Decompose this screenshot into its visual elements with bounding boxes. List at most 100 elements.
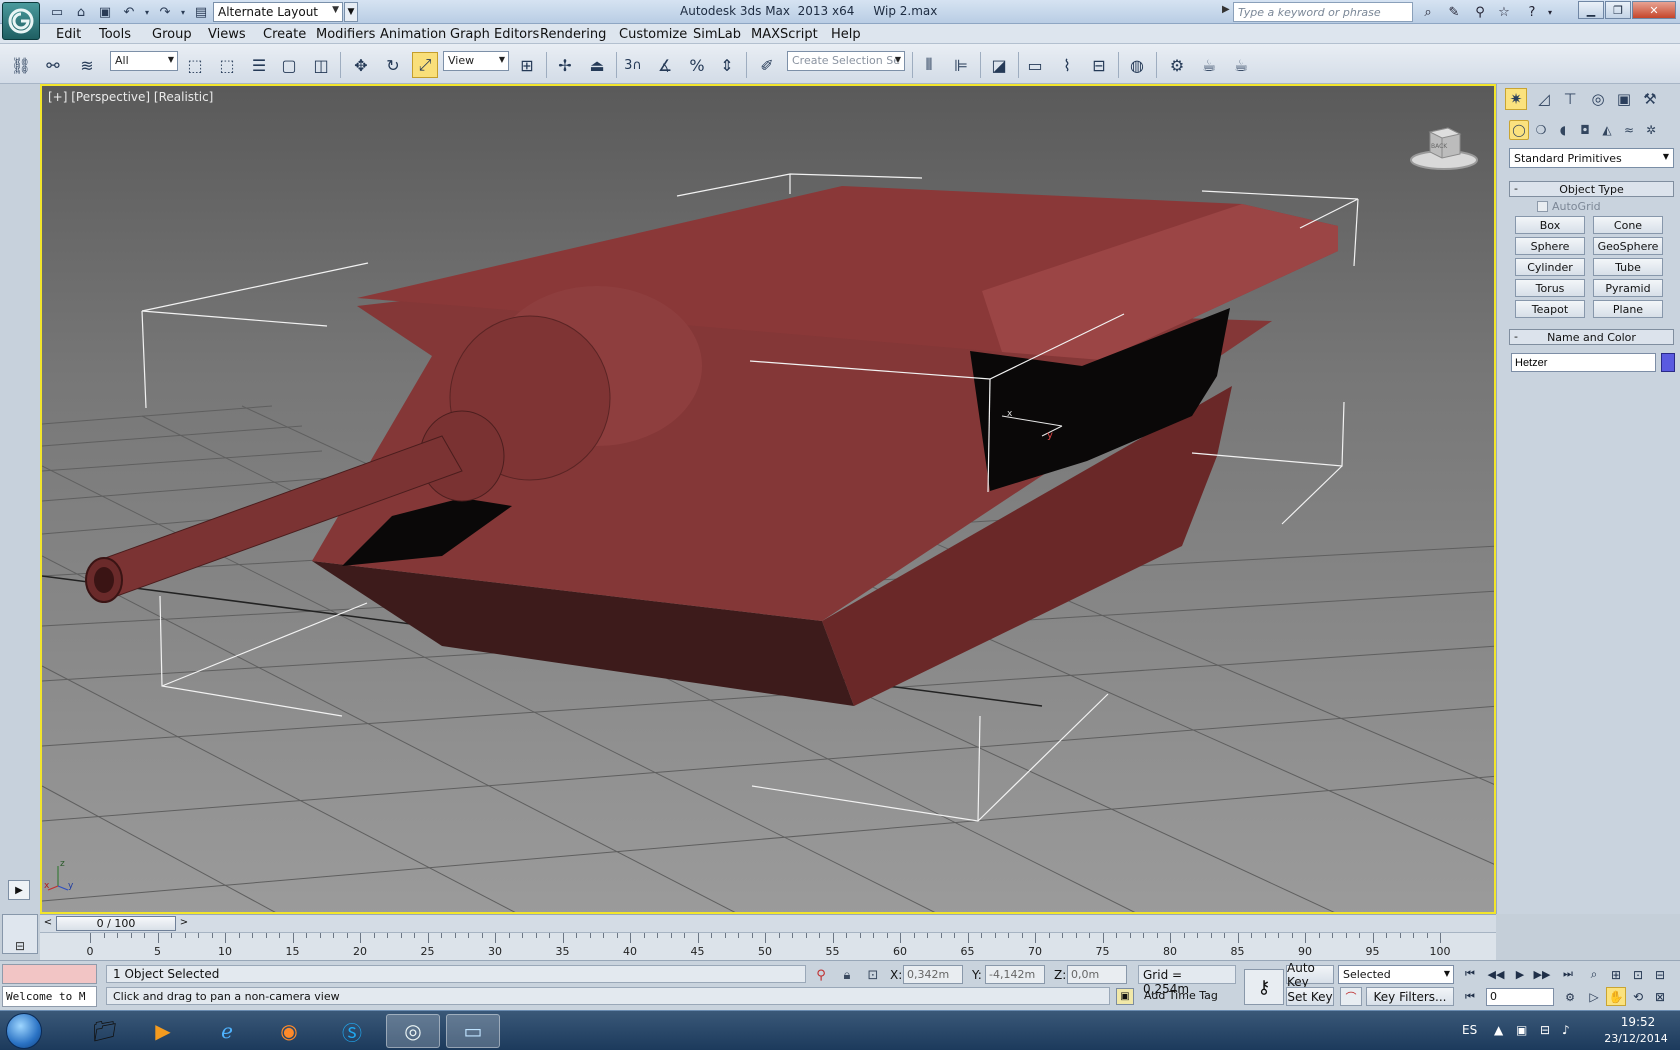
add-time-tag-button[interactable]: Add Time Tag: [1140, 987, 1238, 1006]
zoom-extents-icon[interactable]: ⊡: [1628, 965, 1648, 984]
open-file-icon[interactable]: ⌂: [72, 3, 90, 21]
tube-button[interactable]: Tube: [1593, 258, 1663, 276]
app-menu-button[interactable]: [2, 2, 40, 40]
go-to-start-icon[interactable]: ⏮: [1460, 965, 1480, 983]
language-indicator[interactable]: ES: [1462, 1023, 1477, 1037]
previous-key-icon[interactable]: ◀◀: [1486, 965, 1506, 983]
set-keys-icon[interactable]: ⚷: [1244, 969, 1284, 1005]
tray-app-icon[interactable]: ▣: [1516, 1023, 1527, 1037]
name-and-color-rollout-header[interactable]: - Name and Color: [1509, 329, 1674, 345]
open-mini-curve-icon[interactable]: ⊟: [10, 936, 30, 956]
pyramid-button[interactable]: Pyramid: [1593, 279, 1663, 297]
object-name-input[interactable]: [1511, 353, 1656, 372]
menu-maxscript[interactable]: MAXScript: [751, 27, 818, 42]
time-slider-thumb[interactable]: 0 / 100: [56, 916, 176, 931]
percent-snap-icon[interactable]: %: [684, 52, 710, 78]
zoom-icon[interactable]: ⌕: [1584, 965, 1604, 984]
helpers-icon[interactable]: ◭: [1597, 120, 1617, 140]
workspace-select[interactable]: Alternate Layout ▼: [213, 2, 343, 22]
geosphere-button[interactable]: GeoSphere: [1593, 237, 1663, 255]
zoom-extents-all-icon[interactable]: ⊟: [1650, 965, 1670, 984]
teapot-button[interactable]: Teapot: [1515, 300, 1585, 318]
next-frame-icon[interactable]: >: [178, 917, 190, 930]
menu-simlab[interactable]: SimLab: [693, 27, 741, 42]
time-slider[interactable]: < 0 / 100 >: [40, 914, 1496, 932]
undo-icon[interactable]: ↶: [120, 3, 138, 21]
render-production-icon[interactable]: ☕: [1228, 52, 1254, 78]
close-button[interactable]: ✕: [1632, 1, 1676, 19]
modify-tab-icon[interactable]: ◿: [1533, 88, 1555, 110]
field-of-view-icon[interactable]: ▷: [1584, 987, 1604, 1006]
manipulate-icon[interactable]: ✢: [552, 52, 578, 78]
media-player-icon[interactable]: ▶: [136, 1014, 190, 1048]
undo-dropdown-icon[interactable]: ▾: [138, 3, 156, 21]
previous-frame-icon[interactable]: <: [42, 917, 54, 930]
clock-time[interactable]: 19:52: [1600, 1015, 1676, 1029]
edit-named-selection-icon[interactable]: ✐: [754, 52, 780, 78]
select-list-icon[interactable]: ☰: [246, 52, 272, 78]
bind-to-space-warp-icon[interactable]: ≋: [74, 52, 100, 78]
communication-center-icon[interactable]: ⚲: [1470, 3, 1490, 21]
cameras-icon[interactable]: ◘: [1575, 120, 1595, 140]
mirror-icon[interactable]: ⫴: [916, 52, 942, 78]
perspective-viewport[interactable]: [+] [Perspective] [Realistic] x y BACK z…: [40, 84, 1496, 914]
internet-explorer-icon[interactable]: ℯ: [200, 1014, 254, 1048]
3dsmax-taskbar-icon[interactable]: ◎: [386, 1014, 440, 1048]
explorer-icon[interactable]: 📁︎: [78, 1014, 132, 1048]
display-tab-icon[interactable]: ▣: [1613, 88, 1635, 110]
named-selection-set-select[interactable]: Create Selection Se ▼: [787, 51, 905, 71]
set-key-button[interactable]: Set Key: [1286, 987, 1334, 1006]
object-type-rollout-header[interactable]: - Object Type: [1509, 181, 1674, 197]
menu-group[interactable]: Group: [152, 27, 192, 42]
viewport-layout-toggle-button[interactable]: ▶: [8, 880, 30, 900]
help-icon[interactable]: ?: [1522, 3, 1542, 21]
selection-lock-icon[interactable]: 🔒︎: [838, 966, 856, 984]
search-expand-icon[interactable]: ▶: [1222, 4, 1230, 15]
workspace-dropdown-button[interactable]: ▼: [344, 2, 358, 22]
redo-icon[interactable]: ↷: [156, 3, 174, 21]
skype-icon[interactable]: Ⓢ: [325, 1014, 379, 1048]
graphite-toggle-icon[interactable]: ▭: [1022, 52, 1048, 78]
project-folder-icon[interactable]: ▤: [192, 3, 210, 21]
utilities-tab-icon[interactable]: ⚒: [1639, 88, 1661, 110]
viewcube-icon[interactable]: BACK: [1404, 116, 1484, 172]
motion-tab-icon[interactable]: ◎: [1587, 88, 1609, 110]
spinner-snap-icon[interactable]: ⇕: [714, 52, 740, 78]
select-object-icon[interactable]: ⬚: [182, 52, 208, 78]
select-by-name-icon[interactable]: ⬚: [214, 52, 240, 78]
menu-views[interactable]: Views: [208, 27, 246, 42]
next-key-icon[interactable]: ▶▶: [1532, 965, 1552, 983]
select-and-rotate-icon[interactable]: ↻: [380, 52, 406, 78]
time-configuration-icon[interactable]: ⚙: [1560, 988, 1580, 1006]
orbit-icon[interactable]: ⟲: [1628, 987, 1648, 1006]
subscription-center-icon[interactable]: ✎: [1444, 3, 1464, 21]
absolute-mode-icon[interactable]: ⊡: [864, 966, 882, 984]
clock-date[interactable]: 23/12/2014: [1596, 1032, 1676, 1045]
plane-button[interactable]: Plane: [1593, 300, 1663, 318]
cone-button[interactable]: Cone: [1593, 216, 1663, 234]
z-coord-field[interactable]: 0,0m: [1067, 965, 1127, 984]
menu-create[interactable]: Create: [263, 27, 306, 42]
maxscript-listener[interactable]: Welcome to M: [2, 986, 97, 1007]
rectangular-selection-icon[interactable]: ▢: [276, 52, 302, 78]
key-filters-button[interactable]: Key Filters...: [1366, 987, 1454, 1006]
cylinder-button[interactable]: Cylinder: [1515, 258, 1585, 276]
firefox-icon[interactable]: ◉: [262, 1014, 316, 1048]
select-and-move-icon[interactable]: ✥: [348, 52, 374, 78]
x-coord-field[interactable]: 0,342m: [903, 965, 963, 984]
pivot-center-icon[interactable]: ⊞: [514, 52, 540, 78]
volume-icon[interactable]: ♪: [1562, 1023, 1570, 1037]
render-setup-icon[interactable]: ⚙: [1164, 52, 1190, 78]
torus-button[interactable]: Torus: [1515, 279, 1585, 297]
search-input[interactable]: Type a keyword or phrase: [1233, 2, 1413, 22]
image-viewer-taskbar-icon[interactable]: ▭: [446, 1014, 500, 1048]
window-crossing-icon[interactable]: ◫: [308, 52, 334, 78]
favorites-icon[interactable]: ☆: [1494, 3, 1514, 21]
hierarchy-tab-icon[interactable]: ⊤: [1559, 88, 1581, 110]
show-hidden-icons-icon[interactable]: ▲: [1494, 1023, 1503, 1037]
space-warps-icon[interactable]: ≈: [1619, 120, 1639, 140]
select-and-scale-icon[interactable]: ⤢: [412, 52, 438, 78]
track-bar[interactable]: 0 5 10 15 20 25 30 35 40 45 50 55 60 65 70 75 80 85 90 95 10…: [40, 932, 1496, 960]
key-mode-select[interactable]: Selected ▼: [1338, 965, 1454, 984]
play-icon[interactable]: ▶: [1510, 965, 1530, 983]
